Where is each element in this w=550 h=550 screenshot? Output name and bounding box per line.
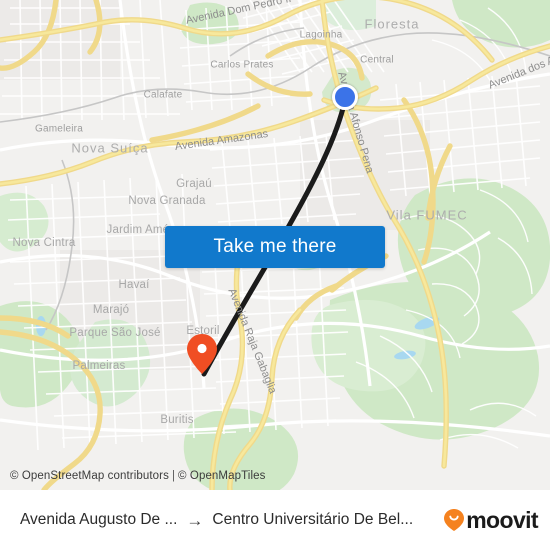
osm-attribution-link[interactable]: © OpenStreetMap contributors: [10, 470, 169, 482]
route-origin-label: Avenida Augusto De ...: [20, 511, 178, 528]
arrow-right-icon: →: [186, 511, 204, 529]
route-footer: Avenida Augusto De ... → Centro Universi…: [0, 490, 550, 550]
openmaptiles-attribution-link[interactable]: © OpenMapTiles: [178, 470, 265, 482]
map-attribution: © OpenStreetMap contributors | © OpenMapTi…: [10, 470, 265, 482]
moovit-logo[interactable]: moovit: [443, 506, 539, 533]
map-pin-icon: [187, 334, 217, 374]
take-me-there-button[interactable]: Take me there: [165, 226, 385, 268]
origin-location-dot[interactable]: [332, 84, 358, 110]
moovit-wordmark: moovit: [466, 506, 538, 533]
moovit-route-preview: Avenida Dom Pedro II Lagoinha Floresta Cent…: [0, 0, 550, 550]
attribution-separator: |: [171, 470, 176, 482]
destination-pin[interactable]: [187, 334, 217, 379]
map-view[interactable]: Avenida Dom Pedro II Lagoinha Floresta Cent…: [0, 0, 550, 490]
route-summary: Avenida Augusto De ... → Centro Universi…: [20, 511, 435, 529]
route-destination-label: Centro Universitário De Bel...: [212, 511, 414, 528]
moovit-pin-icon: [444, 509, 465, 531]
